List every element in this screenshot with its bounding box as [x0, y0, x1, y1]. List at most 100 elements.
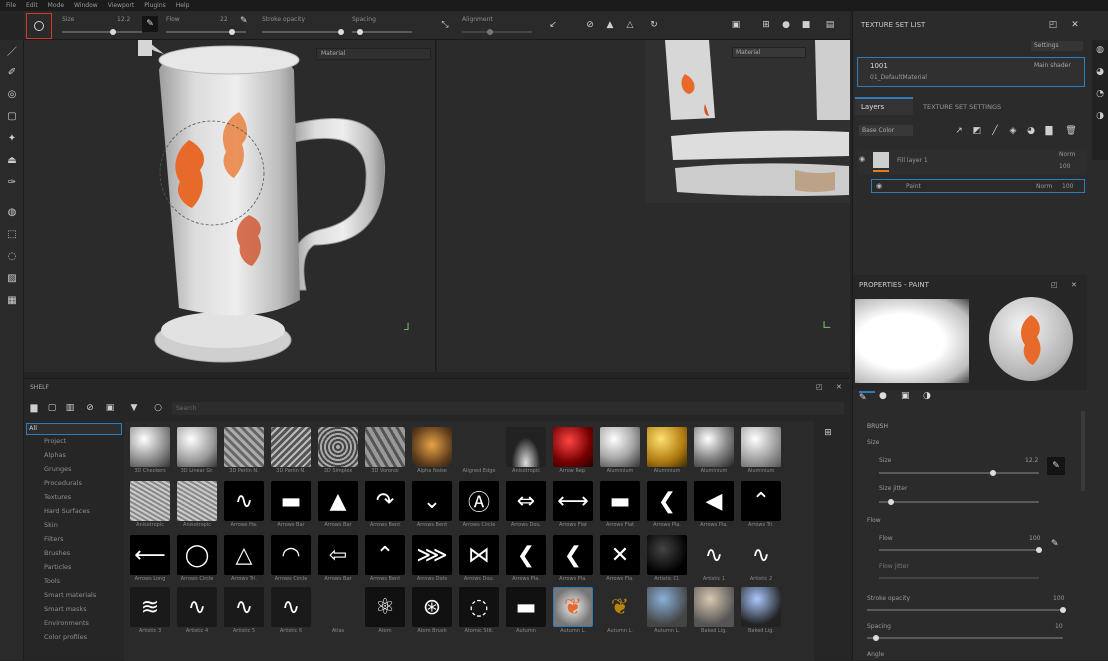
alpha-tab-icon[interactable]: ▣ — [901, 391, 917, 407]
prop-flow-handle[interactable] — [1036, 547, 1042, 553]
prop-size-jitter-slider[interactable] — [879, 501, 1039, 503]
texture-set-filter[interactable]: Settings — [1031, 41, 1083, 51]
camera-icon[interactable]: ▣ — [730, 19, 742, 31]
shelf-thumbnail[interactable]: ≋ — [130, 587, 170, 627]
menu-mode[interactable]: Mode — [48, 2, 64, 9]
add-smart-material-icon[interactable]: ◕ — [1025, 125, 1037, 137]
tab-layers[interactable]: Layers — [855, 97, 913, 115]
add-paint-layer-icon[interactable]: ╱ — [989, 125, 1001, 137]
screenshot-icon[interactable]: ▤ — [824, 19, 836, 31]
panel-close-icon[interactable]: ✕ — [1069, 19, 1081, 31]
folder-icon[interactable]: ▆ — [28, 402, 40, 414]
channel-select[interactable]: Base Color — [859, 125, 913, 136]
refresh-icon[interactable]: ↻ — [648, 19, 660, 31]
shelf-thumbnail[interactable] — [177, 481, 217, 521]
prop-stroke-opacity-handle[interactable] — [1060, 607, 1066, 613]
stroke-opacity-slider[interactable] — [262, 31, 342, 33]
prop-size-jitter-handle[interactable] — [888, 499, 894, 505]
shelf-thumbnail[interactable] — [694, 587, 734, 627]
shelf-thumbnail[interactable]: ◌ — [459, 587, 499, 627]
viewport-3d[interactable]: Material ⅃ — [24, 40, 436, 372]
menu-window[interactable]: Window — [74, 2, 98, 9]
hide-icon[interactable]: ⊘ — [84, 402, 96, 414]
shelf-thumbnail[interactable] — [177, 427, 217, 467]
shelf-thumbnail[interactable]: ✕ — [600, 535, 640, 575]
paint-layer-opacity[interactable]: 100 — [1062, 183, 1073, 190]
grid-view-icon[interactable]: ⊞ — [822, 427, 834, 439]
shelf-thumbnail[interactable]: ❮ — [553, 535, 593, 575]
triangle-icon[interactable]: ▲ — [604, 19, 616, 31]
delete-layer-icon[interactable]: 🗑 — [1065, 125, 1077, 137]
shelf-thumbnail[interactable]: ◠ — [271, 535, 311, 575]
size-slider-handle[interactable] — [110, 29, 116, 35]
shelf-thumbnail[interactable]: Ⓐ — [459, 481, 499, 521]
shelf-thumbnail[interactable]: ❦ — [553, 587, 593, 627]
measure-icon[interactable]: ◌ — [4, 248, 20, 264]
layer-opacity[interactable]: 100 — [1059, 163, 1070, 170]
properties-scrollbar[interactable] — [1081, 411, 1085, 491]
add-folder-icon[interactable]: ▇ — [1043, 125, 1055, 137]
shelf-thumbnail[interactable]: ⇔ — [506, 481, 546, 521]
eraser-icon[interactable]: ✐ — [4, 64, 20, 80]
properties-close-icon[interactable]: ✕ — [1071, 281, 1077, 289]
shelf-thumbnail[interactable] — [647, 427, 687, 467]
shelf-thumbnail[interactable]: ⚛ — [365, 587, 405, 627]
texture-set-shader[interactable]: Main shader — [1034, 62, 1071, 69]
preview-icon[interactable]: ▣ — [104, 402, 116, 414]
menu-file[interactable]: File — [6, 2, 16, 9]
shelf-thumbnail[interactable] — [318, 587, 358, 627]
shelf-thumbnail[interactable]: ▬ — [600, 481, 640, 521]
shelf-thumbnail[interactable] — [271, 427, 311, 467]
shelf-thumbnail[interactable]: ∿ — [271, 587, 311, 627]
menu-plugins[interactable]: Plugins — [144, 2, 166, 9]
brush-tab-icon[interactable]: ✎ — [859, 391, 875, 407]
stencil-tab-icon[interactable]: ◑ — [923, 391, 939, 407]
category-all[interactable]: All — [26, 423, 122, 435]
transform-icon[interactable]: ⬚ — [4, 226, 20, 242]
shelf-thumbnail[interactable] — [130, 481, 170, 521]
layer-paint[interactable]: ◉ Paint Norm 100 — [871, 179, 1085, 193]
shelf-thumbnail[interactable] — [741, 427, 781, 467]
menu-help[interactable]: Help — [176, 2, 190, 9]
shelf-thumbnail[interactable]: ❦ — [600, 587, 640, 627]
search-icon[interactable]: ○ — [152, 402, 164, 414]
shelf-thumbnail[interactable]: ⌃ — [365, 535, 405, 575]
shelf-thumbnail[interactable]: ▬ — [506, 587, 546, 627]
panel-popout-icon[interactable]: ◰ — [1047, 19, 1059, 31]
prop-flow-jitter-slider[interactable] — [879, 577, 1039, 579]
menu-edit[interactable]: Edit — [26, 2, 38, 9]
shelf-thumbnail[interactable]: ❮ — [506, 535, 546, 575]
alignment-slider[interactable] — [462, 31, 532, 33]
add-fill-layer-icon[interactable]: ◈ — [1007, 125, 1019, 137]
shelf-thumbnail[interactable]: ❮ — [647, 481, 687, 521]
shelf-close-icon[interactable]: ✕ — [836, 383, 842, 391]
prop-size-pressure-icon[interactable]: ✎ — [1047, 457, 1065, 475]
shelf-thumbnail[interactable] — [741, 587, 781, 627]
shelf-thumbnail[interactable]: ◀ — [694, 481, 734, 521]
spacing-handle[interactable] — [357, 29, 363, 35]
properties-popout-icon[interactable]: ◰ — [1051, 281, 1058, 289]
bake-icon[interactable]: ◍ — [4, 204, 20, 220]
shelf-thumbnail[interactable]: ⋈ — [459, 535, 499, 575]
texture-set-icon[interactable]: ◍ — [1094, 44, 1106, 56]
shelf-thumbnail[interactable]: ⊛ — [412, 587, 452, 627]
triangle-outline-icon[interactable]: △ — [624, 19, 636, 31]
menu-viewport[interactable]: Viewport — [108, 2, 135, 9]
history-icon[interactable]: ◑ — [1094, 110, 1106, 122]
prop-size-slider[interactable] — [879, 472, 1039, 474]
shelf-thumbnail[interactable] — [600, 427, 640, 467]
prop-flow-pressure-icon[interactable]: ✎ — [1051, 539, 1059, 549]
shelf-thumbnail[interactable] — [130, 427, 170, 467]
shelf-thumbnail[interactable]: ⌄ — [412, 481, 452, 521]
shelf-thumbnail[interactable] — [318, 427, 358, 467]
shelf-thumbnail[interactable] — [224, 427, 264, 467]
shelf-search-input[interactable]: Search — [172, 402, 844, 415]
shelf-thumbnail[interactable]: ▬ — [271, 481, 311, 521]
layer-visibility-icon[interactable]: ◉ — [859, 155, 865, 163]
shelf-thumbnail[interactable] — [694, 427, 734, 467]
tab-texture-set-settings[interactable]: TEXTURE SET SETTINGS — [923, 103, 1001, 111]
size-slider[interactable] — [62, 31, 142, 33]
uv-mode-select[interactable]: Material — [732, 47, 806, 58]
projection-icon[interactable]: ◎ — [4, 86, 20, 102]
paint-visibility-icon[interactable]: ◉ — [876, 182, 882, 190]
